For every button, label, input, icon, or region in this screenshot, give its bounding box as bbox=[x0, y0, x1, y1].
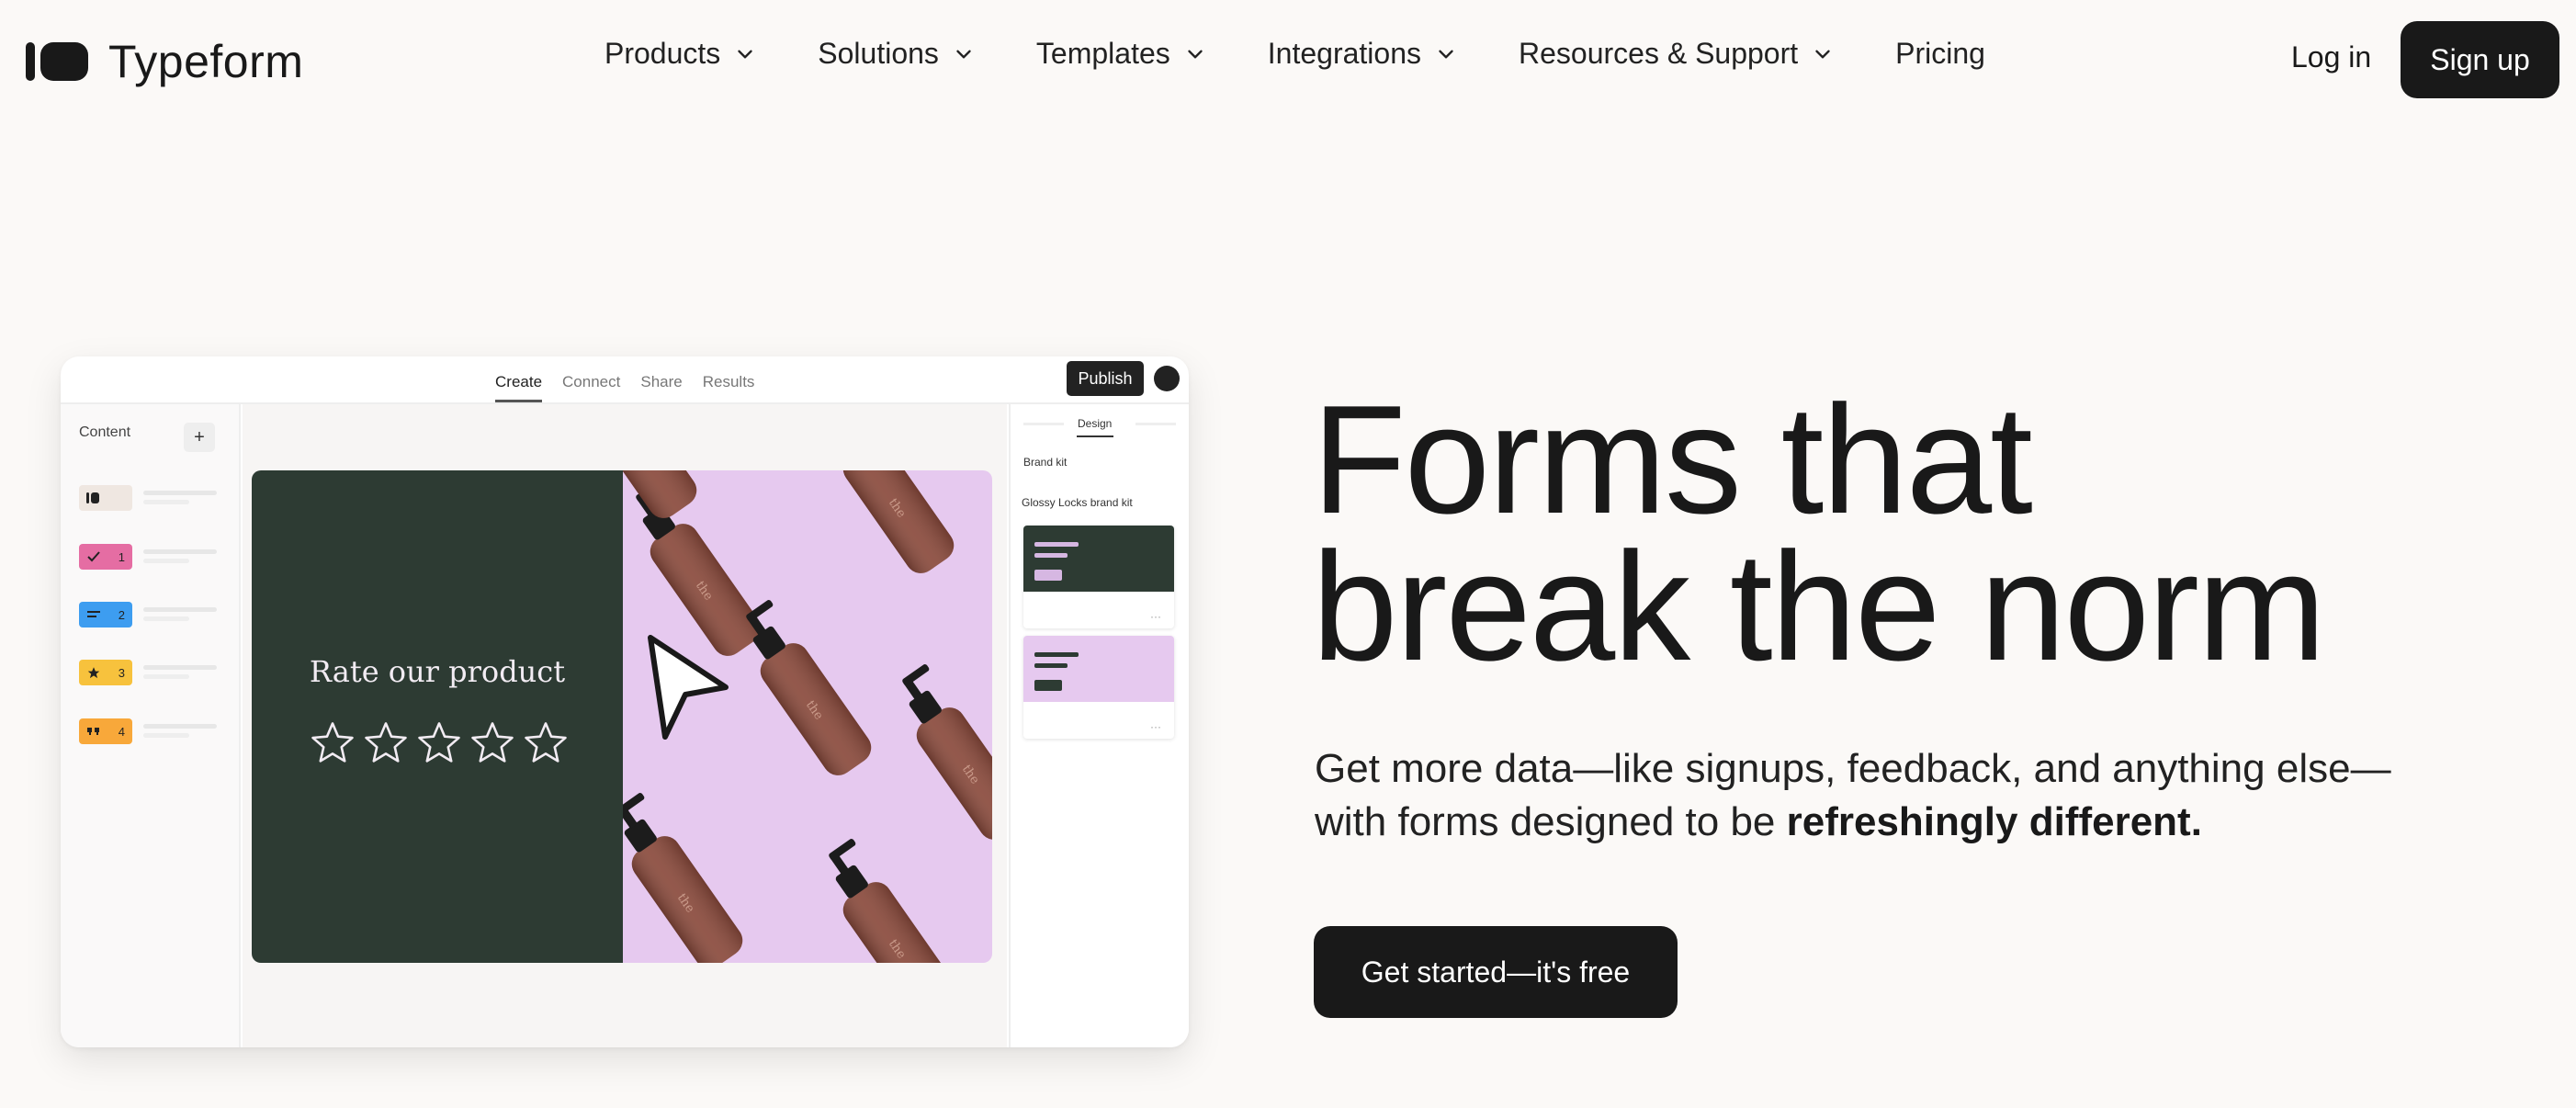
list-icon: 2 bbox=[79, 602, 132, 627]
more-icon[interactable]: ··· bbox=[1150, 610, 1161, 623]
chevron-down-icon bbox=[1439, 50, 1453, 58]
main-menu: Products Solutions Templates Integration… bbox=[604, 37, 1985, 71]
design-panel: Design Brand kit Glossy Locks brand kit … bbox=[1009, 404, 1189, 1047]
nav-item-solutions[interactable]: Solutions bbox=[818, 37, 976, 71]
nav-item-resources-support[interactable]: Resources & Support bbox=[1519, 37, 1835, 71]
content-sidebar: Content + 1 2 3 4 bbox=[61, 404, 241, 1047]
nav-item-label: Pricing bbox=[1895, 37, 1985, 70]
hero-title: Forms that break the norm bbox=[1312, 382, 2506, 684]
publish-button[interactable]: Publish bbox=[1067, 361, 1144, 396]
question-item[interactable]: 1 bbox=[79, 544, 226, 571]
chevron-down-icon bbox=[1815, 50, 1830, 58]
star-icon[interactable] bbox=[522, 718, 570, 766]
form-preview-card[interactable]: Rate our product the bbox=[252, 470, 992, 963]
nav-item-label: Integrations bbox=[1267, 37, 1421, 70]
get-started-button[interactable]: Get started—it's free bbox=[1314, 926, 1678, 1018]
product-preview: Create Connect Share Results Publish Con… bbox=[61, 356, 1189, 1047]
theme-swatch-dark[interactable]: ··· bbox=[1023, 526, 1174, 628]
star-icon[interactable] bbox=[309, 718, 356, 766]
question-item[interactable] bbox=[79, 485, 226, 513]
question-number: 4 bbox=[118, 724, 125, 739]
nav-item-templates[interactable]: Templates bbox=[1036, 37, 1207, 71]
play-cursor-icon[interactable] bbox=[638, 627, 739, 746]
star-icon[interactable] bbox=[362, 718, 410, 766]
login-link[interactable]: Log in bbox=[2291, 40, 2371, 74]
hero-subtitle-emphasis: refreshingly different. bbox=[1786, 799, 2202, 844]
check-icon: 1 bbox=[79, 544, 132, 570]
form-question-heading: Rate our product bbox=[309, 654, 566, 689]
tab-create[interactable]: Create bbox=[495, 373, 543, 402]
top-navigation: Typeform Products Solutions Templates In… bbox=[0, 0, 2576, 119]
nav-item-integrations[interactable]: Integrations bbox=[1268, 37, 1458, 71]
builder-toolbar: Create Connect Share Results Publish bbox=[61, 356, 1189, 404]
content-label: Content bbox=[79, 424, 131, 440]
brand-kit-label: Brand kit bbox=[1023, 456, 1068, 469]
builder-tabs: Create Connect Share Results bbox=[495, 373, 755, 402]
nav-item-label: Templates bbox=[1035, 37, 1170, 70]
question-item[interactable]: 2 bbox=[79, 602, 226, 629]
question-number: 3 bbox=[118, 665, 125, 680]
star-icon: 3 bbox=[79, 660, 132, 685]
chevron-down-icon bbox=[738, 50, 752, 58]
welcome-icon bbox=[79, 485, 132, 511]
brand-kit-name: Glossy Locks brand kit bbox=[1022, 496, 1133, 509]
brand-name: Typeform bbox=[108, 36, 304, 87]
theme-swatch-light[interactable]: ··· bbox=[1023, 636, 1174, 739]
nav-item-label: Solutions bbox=[818, 37, 939, 70]
question-item[interactable]: 4 bbox=[79, 718, 226, 746]
signup-button[interactable]: Sign up bbox=[2401, 21, 2559, 98]
nav-item-label: Resources & Support bbox=[1518, 37, 1799, 70]
tab-results[interactable]: Results bbox=[703, 373, 755, 391]
form-question-panel: Rate our product bbox=[252, 470, 623, 963]
tab-share[interactable]: Share bbox=[640, 373, 682, 391]
hero-subtitle: Get more data—like signups, feedback, an… bbox=[1315, 742, 2454, 849]
tab-design[interactable]: Design bbox=[1078, 417, 1112, 430]
nav-item-pricing[interactable]: Pricing bbox=[1895, 37, 1985, 71]
hero-title-line-2: break the norm bbox=[1312, 520, 2326, 693]
rating-stars bbox=[309, 718, 570, 766]
question-item[interactable]: 3 bbox=[79, 660, 226, 687]
question-number: 1 bbox=[118, 549, 125, 564]
chevron-down-icon bbox=[1188, 50, 1203, 58]
form-canvas: Rate our product the bbox=[243, 404, 1007, 1047]
question-number: 2 bbox=[118, 607, 125, 622]
typeform-logo[interactable]: Typeform bbox=[26, 35, 303, 88]
add-question-button[interactable]: + bbox=[184, 423, 215, 452]
avatar[interactable] bbox=[1154, 366, 1180, 391]
nav-item-products[interactable]: Products bbox=[604, 37, 757, 71]
typeform-logo-icon bbox=[26, 42, 88, 81]
star-icon[interactable] bbox=[469, 718, 516, 766]
tab-connect[interactable]: Connect bbox=[562, 373, 620, 391]
more-icon[interactable]: ··· bbox=[1150, 720, 1161, 733]
quote-icon: 4 bbox=[79, 718, 132, 744]
chevron-down-icon bbox=[956, 50, 971, 58]
star-icon[interactable] bbox=[415, 718, 463, 766]
nav-item-label: Products bbox=[604, 37, 721, 70]
